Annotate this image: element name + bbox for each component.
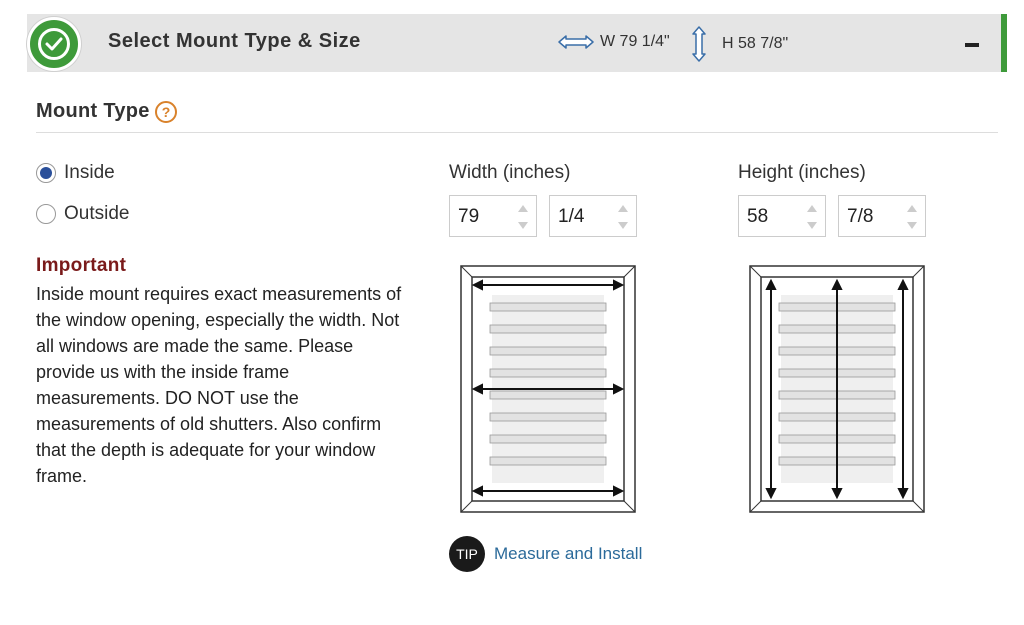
height-label: Height (inches): [738, 162, 866, 183]
height-whole-value: 58: [747, 206, 769, 227]
height-summary: H 58 7/8": [690, 26, 788, 62]
help-icon[interactable]: ?: [155, 101, 177, 123]
tip-badge: TIP: [449, 536, 485, 572]
height-fraction-value: 7/8: [847, 206, 874, 227]
horizontal-arrow-icon: [558, 35, 594, 49]
header-title: Select Mount Type & Size: [108, 30, 361, 52]
width-fraction-select[interactable]: 1/4: [549, 195, 637, 237]
height-fraction-select[interactable]: 7/8: [838, 195, 926, 237]
important-text: Inside mount requires exact measurements…: [36, 284, 402, 486]
width-measure-diagram: [460, 265, 636, 513]
height-measure-diagram: [749, 265, 925, 513]
radio-inside-control[interactable]: [36, 163, 56, 183]
spinner-arrows-icon[interactable]: [618, 205, 628, 229]
width-summary: W 79 1/4": [558, 33, 670, 51]
vertical-arrow-icon: [692, 26, 706, 62]
radio-outside[interactable]: Outside: [36, 203, 129, 225]
radio-inside[interactable]: Inside: [36, 162, 115, 184]
width-whole-value: 79: [458, 206, 480, 227]
header-accent-edge: [1001, 14, 1007, 72]
width-summary-value: W 79 1/4": [600, 33, 670, 50]
important-title: Important: [36, 255, 127, 276]
spinner-arrows-icon[interactable]: [907, 205, 917, 229]
width-label: Width (inches): [449, 162, 571, 183]
width-fraction-value: 1/4: [558, 206, 585, 227]
mount-type-title: Mount Type: [36, 100, 150, 122]
collapse-button[interactable]: [965, 43, 979, 47]
measure-install-link[interactable]: Measure and Install: [494, 544, 642, 564]
section-divider: [36, 132, 998, 133]
radio-inside-label: Inside: [64, 162, 115, 183]
check-icon: [27, 17, 81, 71]
radio-outside-control[interactable]: [36, 204, 56, 224]
radio-outside-label: Outside: [64, 203, 130, 224]
spinner-arrows-icon[interactable]: [518, 205, 528, 229]
height-whole-input[interactable]: 58: [738, 195, 826, 237]
spinner-arrows-icon[interactable]: [807, 205, 817, 229]
width-whole-input[interactable]: 79: [449, 195, 537, 237]
height-summary-value: H 58 7/8": [722, 35, 789, 52]
